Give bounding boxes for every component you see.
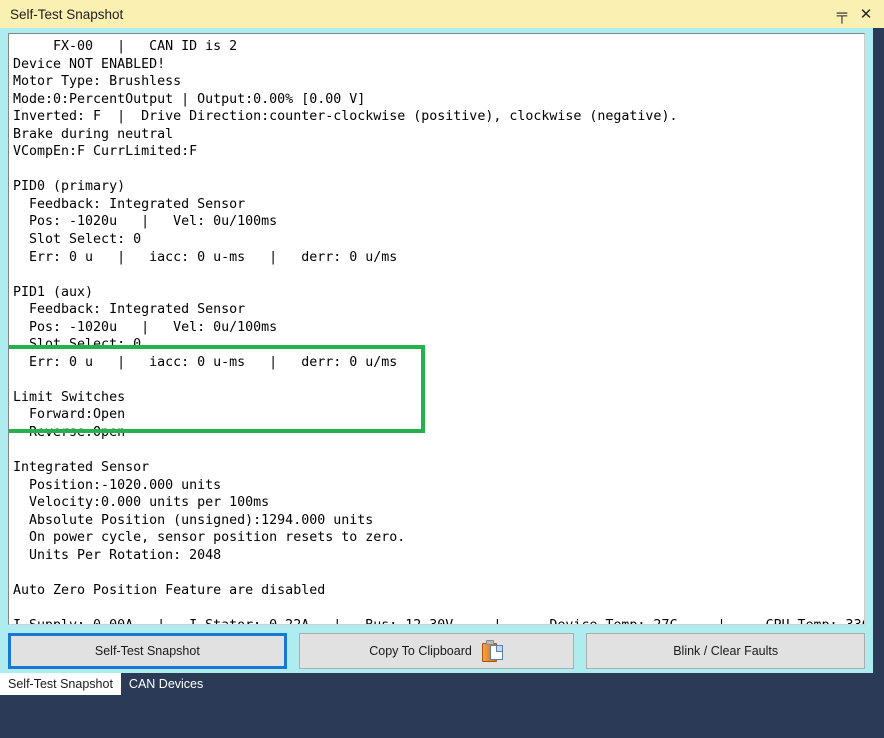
self-test-console[interactable]: FX-00 | CAN ID is 2 Device NOT ENABLED! … [8,33,865,625]
desktop-background [0,695,884,738]
pin-icon[interactable]: ╤ [830,2,854,26]
close-icon[interactable]: ✕ [854,2,878,26]
console-text: FX-00 | CAN ID is 2 Device NOT ENABLED! … [13,39,864,624]
app-root: Self-Test Snapshot ╤ ✕ FX-00 | CAN ID is… [0,0,884,738]
tab-can-devices-label: CAN Devices [128,677,204,691]
tab-can-devices[interactable]: CAN Devices [121,673,211,695]
clipboard-page [489,645,503,660]
console-inner: FX-00 | CAN ID is 2 Device NOT ENABLED! … [9,34,864,624]
blink-clear-faults-button-label: Blink / Clear Faults [673,644,779,658]
copy-to-clipboard-button[interactable]: Copy To Clipboard [298,633,575,669]
window-title: Self-Test Snapshot [10,6,124,22]
tab-self-test-snapshot-label: Self-Test Snapshot [8,677,113,691]
blink-clear-faults-button[interactable]: Blink / Clear Faults [586,633,865,669]
copy-to-clipboard-button-label: Copy To Clipboard [369,644,472,658]
window-titlebar: Self-Test Snapshot ╤ ✕ [0,0,884,28]
self-test-snapshot-button[interactable]: Self-Test Snapshot [8,633,287,669]
main-panel: FX-00 | CAN ID is 2 Device NOT ENABLED! … [0,28,873,673]
bottom-tabbar: Self-Test Snapshot CAN Devices [0,673,884,695]
button-row: Self-Test Snapshot Copy To Clipboard Bli… [8,632,865,670]
tab-self-test-snapshot[interactable]: Self-Test Snapshot [0,673,121,695]
self-test-snapshot-button-label: Self-Test Snapshot [94,644,200,658]
clipboard-icon [481,640,504,662]
